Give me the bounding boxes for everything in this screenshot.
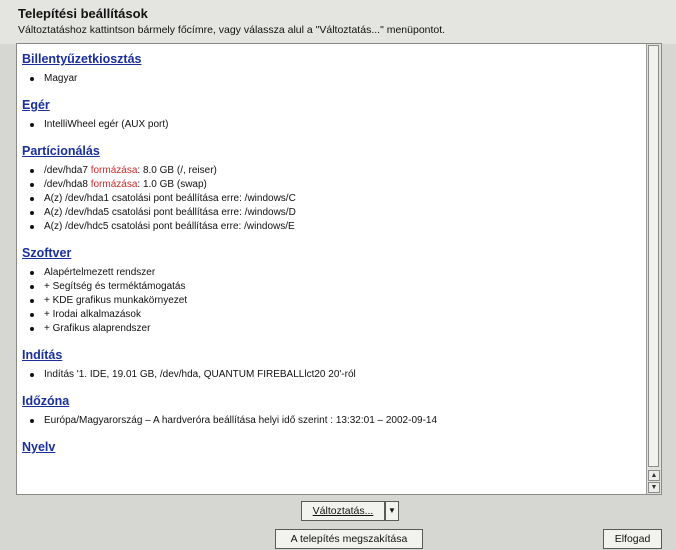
abort-installation-button[interactable]: A telepítés megszakítása [275, 529, 423, 549]
list-item: + Irodai alkalmazások [30, 308, 642, 322]
change-button[interactable]: Változtatás... [301, 501, 385, 521]
format-highlight: formázása [90, 165, 138, 176]
format-highlight: formázása [90, 179, 138, 190]
device-text: /dev/hda8 [44, 179, 91, 190]
scroll-down-icon[interactable]: ▼ [648, 482, 660, 493]
list-item: + Segítség és terméktámogatás [30, 280, 642, 294]
keyboard-items: Magyar [22, 72, 642, 86]
section-title-software[interactable]: Szoftver [22, 246, 71, 260]
section-software: Szoftver Alapértelmezett rendszer + Segí… [22, 244, 642, 336]
window-title: Telepítési beállítások [18, 6, 148, 21]
partition-detail: : 1.0 GB (swap) [137, 179, 207, 190]
list-item: A(z) /dev/hdc5 csatolási pont beállítása… [30, 220, 642, 234]
scroll-up-icon[interactable]: ▲ [648, 470, 660, 481]
mouse-items: IntelliWheel egér (AUX port) [22, 118, 642, 132]
list-item: Európa/Magyarország – A hardveróra beáll… [30, 414, 642, 428]
section-title-partitioning[interactable]: Partícionálás [22, 144, 100, 158]
section-timezone: Időzóna Európa/Magyarország – A hardveró… [22, 392, 642, 428]
window-subtitle: Változtatáshoz kattintson bármely főcímr… [18, 24, 446, 36]
section-title-keyboard[interactable]: Billentyűzetkiosztás [22, 52, 141, 66]
device-text: /dev/hda7 [44, 165, 91, 176]
list-item: + Grafikus alaprendszer [30, 322, 642, 336]
section-language: Nyelv [22, 438, 642, 460]
settings-summary-panel: Billentyűzetkiosztás Magyar Egér Intelli… [16, 43, 662, 495]
list-item: Indítás '1. IDE, 19.01 GB, /dev/hda, QUA… [30, 368, 642, 382]
section-partitioning: Partícionálás /dev/hda7 formázása: 8.0 G… [22, 142, 642, 234]
accept-button[interactable]: Elfogad [603, 529, 662, 549]
list-item: A(z) /dev/hda1 csatolási pont beállítása… [30, 192, 642, 206]
partitioning-items: /dev/hda7 formázása: 8.0 GB (/, reiser) … [22, 164, 642, 234]
section-mouse: Egér IntelliWheel egér (AUX port) [22, 96, 642, 132]
scrollbar-arrows: ▲ ▼ [647, 470, 661, 494]
dropdown-arrow-icon[interactable]: ▼ [385, 501, 399, 521]
list-item: IntelliWheel egér (AUX port) [30, 118, 642, 132]
section-keyboard: Billentyűzetkiosztás Magyar [22, 50, 642, 86]
list-item: /dev/hda7 formázása: 8.0 GB (/, reiser) [30, 164, 642, 178]
section-title-timezone[interactable]: Időzóna [22, 394, 69, 408]
timezone-items: Európa/Magyarország – A hardveróra beáll… [22, 414, 642, 428]
section-title-boot[interactable]: Indítás [22, 348, 62, 362]
change-menu-button-group: Változtatás... ▼ [301, 501, 399, 521]
boot-items: Indítás '1. IDE, 19.01 GB, /dev/hda, QUA… [22, 368, 642, 382]
list-item: A(z) /dev/hda5 csatolási pont beállítása… [30, 206, 642, 220]
header: Telepítési beállítások Változtatáshoz ka… [0, 0, 676, 44]
settings-list: Billentyűzetkiosztás Magyar Egér Intelli… [22, 50, 642, 468]
list-item: /dev/hda8 formázása: 1.0 GB (swap) [30, 178, 642, 192]
software-items: Alapértelmezett rendszer + Segítség és t… [22, 266, 642, 336]
partition-detail: : 8.0 GB (/, reiser) [137, 165, 217, 176]
section-title-mouse[interactable]: Egér [22, 98, 50, 112]
list-item: + KDE grafikus munkakörnyezet [30, 294, 642, 308]
section-title-language[interactable]: Nyelv [22, 440, 55, 454]
scrollbar-thumb[interactable] [648, 45, 659, 467]
list-item: Magyar [30, 72, 642, 86]
section-boot: Indítás Indítás '1. IDE, 19.01 GB, /dev/… [22, 346, 642, 382]
vertical-scrollbar[interactable]: ▲ ▼ [646, 44, 661, 494]
list-item: Alapértelmezett rendszer [30, 266, 642, 280]
